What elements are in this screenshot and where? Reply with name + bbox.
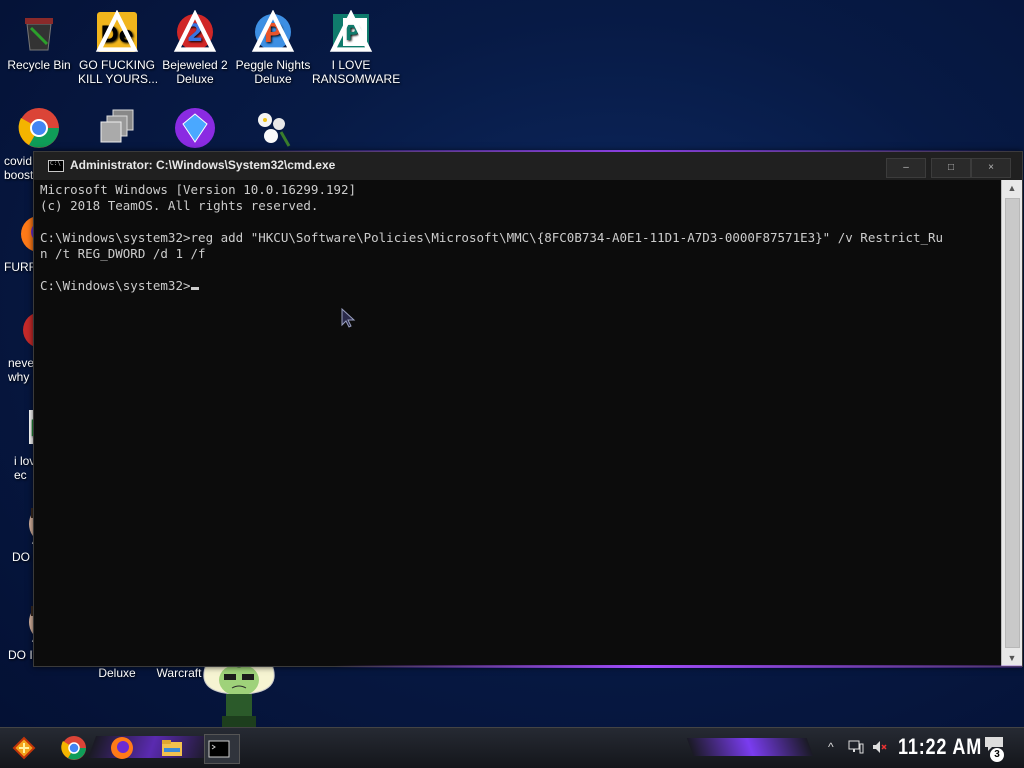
shortcut-arrow-icon (329, 10, 373, 52)
publisher-icon: P (329, 10, 373, 54)
console-line: Microsoft Windows [Version 10.0.16299.19… (40, 182, 357, 197)
console-line: n /t REG_DWORD /d 1 /f (40, 246, 206, 261)
desktop-icon-windows[interactable] (78, 106, 156, 154)
text-cursor (190, 287, 199, 290)
cmd-icon (48, 160, 64, 172)
shortcut-arrow-icon (251, 10, 295, 52)
taskbar-cmd[interactable] (204, 734, 240, 764)
vertical-scrollbar[interactable]: ▲ ▼ (1001, 180, 1022, 666)
desktop-icon-bejeweled[interactable]: 2 Bejeweled 2 Deluxe (156, 10, 234, 86)
notification-count-badge: 3 (990, 748, 1004, 762)
desktop-icon-gem[interactable] (156, 106, 234, 154)
scroll-up-arrow[interactable]: ▲ (1002, 180, 1022, 196)
chrome-icon (61, 736, 86, 760)
cmd-window[interactable]: Administrator: C:\Windows\System32\cmd.e… (33, 150, 1023, 668)
scroll-thumb[interactable] (1005, 198, 1020, 648)
console-line: ​ (40, 214, 996, 230)
windows-stack-icon (95, 106, 139, 150)
start-logo-icon (12, 736, 36, 760)
flowers-icon (251, 106, 295, 150)
desktop-icon-label: Bejeweled 2 Deluxe (162, 58, 228, 86)
volume-muted-icon[interactable] (872, 740, 888, 757)
chrome-icon (17, 106, 61, 150)
bejeweled-2-icon: 2 (173, 10, 217, 54)
console-prompt: C:\Windows\system32> (40, 278, 191, 293)
firefox-icon (111, 737, 133, 759)
folder-icon (162, 740, 182, 756)
minimize-button[interactable]: – (886, 158, 926, 178)
window-title: Administrator: C:\Windows\System32\cmd.e… (70, 158, 336, 172)
desktop-icon-label: Peggle Nights Deluxe (235, 58, 311, 86)
cmd-icon (208, 740, 230, 758)
console-prompt-line: C:\Windows\system32> (40, 278, 996, 294)
desktop-icon-flowers[interactable] (234, 106, 312, 154)
scroll-down-arrow[interactable]: ▼ (1002, 650, 1022, 666)
desktop-icon-label: I LOVE RANSOMWARE (312, 58, 401, 86)
mouse-pointer-icon (341, 307, 356, 328)
close-button[interactable]: × (971, 158, 1011, 178)
desktop-icon-label: GO FUCKING KILL YOURS... (78, 58, 159, 86)
desktop-icon-go-fucking[interactable]: De GO FUCKING KILL YOURS... (78, 10, 159, 86)
taskbar-firefox[interactable] (108, 734, 138, 762)
peggle-nights-icon: P (251, 10, 295, 54)
tray-chevron[interactable]: ^ (828, 740, 834, 754)
console-line: C:\Windows\system32>reg add "HKCU\Softwa… (40, 230, 944, 245)
desktop-icon-peggle[interactable]: P Peggle Nights Deluxe (234, 10, 312, 86)
desktop-icon-recycle-bin[interactable]: Recycle Bin (0, 10, 78, 72)
maximize-button[interactable]: □ (931, 158, 971, 178)
taskbar[interactable]: ^ 11:22 AM 3 (0, 727, 1024, 768)
shortcut-arrow-icon (95, 10, 139, 52)
start-button[interactable] (10, 734, 40, 762)
de-icon: De (95, 10, 139, 54)
shortcut-arrow-icon (173, 10, 217, 52)
gem-icon (173, 106, 217, 150)
desktop-icon-ransomware[interactable]: P I LOVE RANSOMWARE (312, 10, 401, 86)
taskbar-chrome[interactable] (60, 734, 90, 762)
console-output[interactable]: Microsoft Windows [Version 10.0.16299.19… (34, 180, 1002, 666)
taskbar-file-explorer[interactable] (158, 734, 188, 762)
window-titlebar[interactable]: Administrator: C:\Windows\System32\cmd.e… (34, 152, 1022, 180)
network-icon[interactable] (848, 740, 864, 757)
taskbar-decoration (686, 738, 814, 756)
console-line: (c) 2018 TeamOS. All rights reserved. (40, 198, 319, 213)
recycle-bin-icon (17, 10, 61, 54)
taskbar-clock[interactable]: 11:22 AM (898, 734, 982, 760)
desktop-icon-label: Recycle Bin (7, 58, 71, 72)
console-line: ​ (40, 262, 996, 278)
